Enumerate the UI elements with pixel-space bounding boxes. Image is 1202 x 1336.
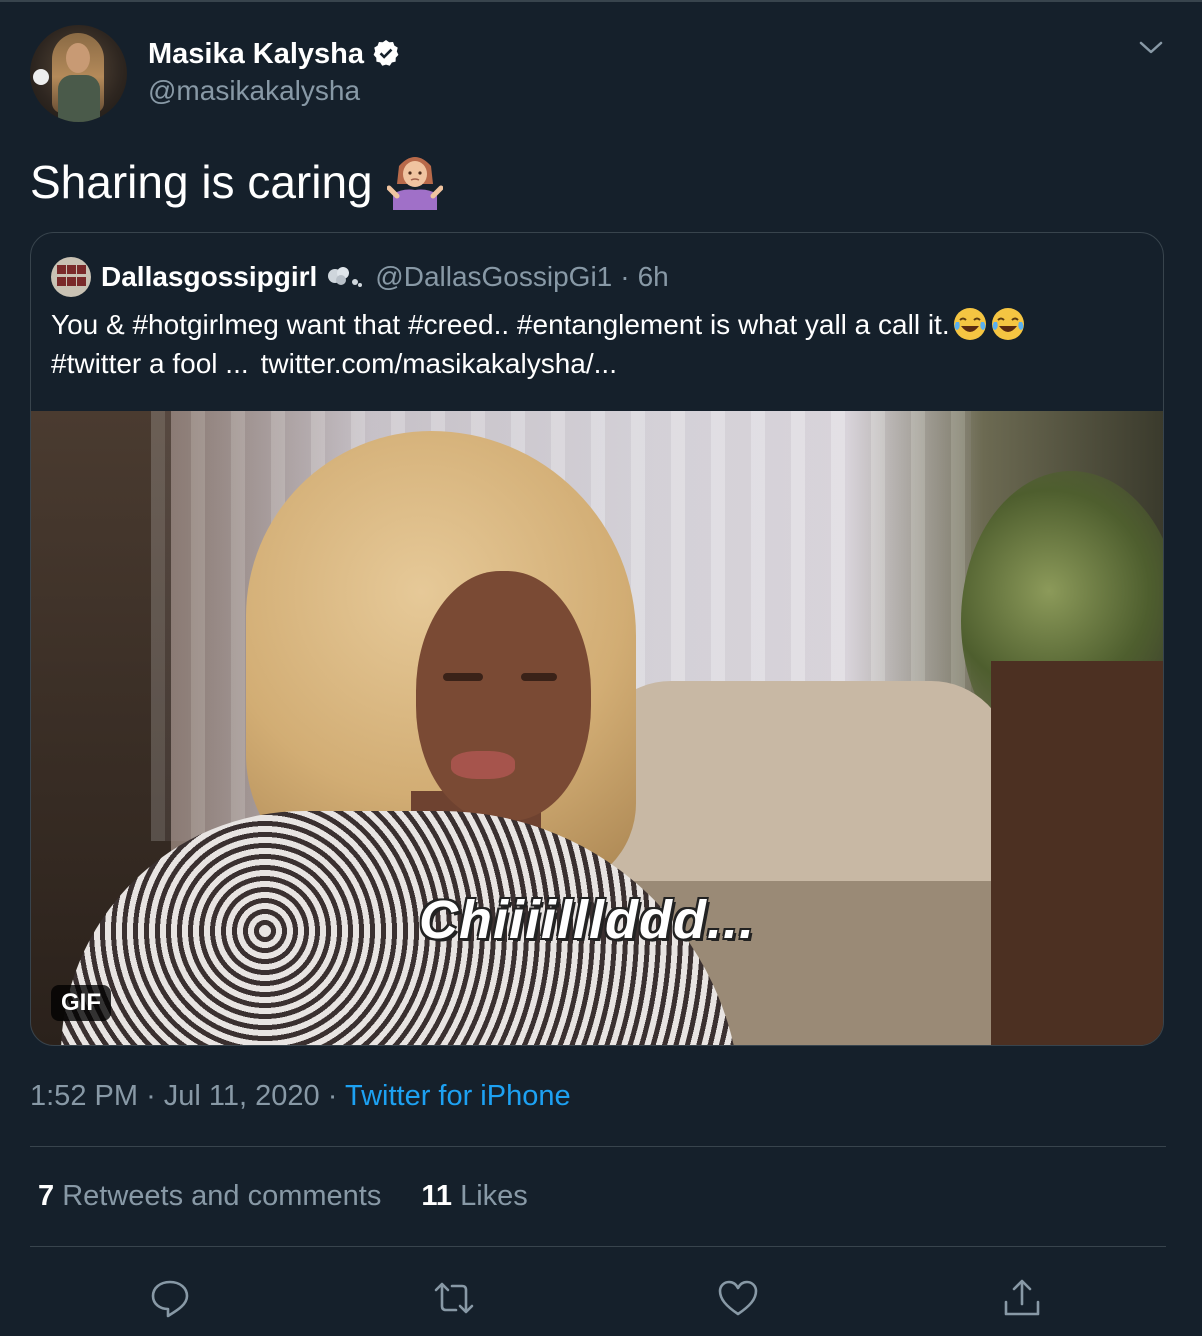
author-name-row: Masika Kalysha	[148, 36, 402, 72]
quoted-author-handle[interactable]: @DallasGossipGi1	[375, 261, 612, 293]
quoted-text: You & #hotgirlmeg want that #creed.. #en…	[51, 305, 1151, 383]
tears-of-joy-icon	[953, 308, 986, 340]
divider	[30, 1246, 1166, 1247]
person-shrugging-icon	[386, 157, 443, 210]
gif-figure-face	[416, 571, 591, 821]
reply-button[interactable]	[148, 1276, 192, 1320]
like-icon	[718, 1280, 758, 1316]
smoke-emoji-icon	[328, 267, 363, 287]
like-button[interactable]	[716, 1276, 760, 1320]
quoted-author-name[interactable]: Dallasgossipgirl	[101, 261, 317, 293]
chevron-down-icon[interactable]	[1136, 34, 1166, 60]
quoted-gif-media[interactable]: Chiiiilllddd... GIF	[31, 411, 1163, 1045]
verified-badge-icon	[373, 40, 399, 66]
tears-of-joy-icon	[991, 308, 1024, 340]
gif-badge: GIF	[51, 985, 111, 1021]
top-divider	[0, 0, 1202, 2]
reply-icon	[151, 1280, 189, 1318]
tweet-text: Sharing is caring	[30, 152, 443, 212]
tweet-meta: 1:52 PM · Jul 11, 2020 · Twitter for iPh…	[30, 1080, 571, 1112]
share-icon	[1004, 1279, 1040, 1316]
tweet-date[interactable]: Jul 11, 2020	[164, 1080, 320, 1112]
share-button[interactable]	[1000, 1276, 1044, 1320]
gif-caption: Chiiiilllddd...	[419, 890, 755, 950]
tweet-body: Sharing is caring	[30, 156, 373, 208]
likes-stat[interactable]: 11 Likes	[421, 1180, 527, 1213]
author-avatar[interactable]	[30, 25, 127, 122]
retweets-stat[interactable]: 7 Retweets and comments	[38, 1180, 381, 1213]
divider	[30, 1146, 1166, 1147]
author-name[interactable]: Masika Kalysha	[148, 38, 364, 71]
retweet-button[interactable]	[432, 1276, 476, 1320]
tweet-time[interactable]: 1:52 PM	[30, 1080, 138, 1112]
quoted-text-line2: #twitter a fool ...	[51, 348, 249, 379]
quoted-separator: ·	[620, 261, 630, 292]
author-handle[interactable]: @masikakalysha	[148, 75, 360, 107]
tweet-source-link[interactable]: Twitter for iPhone	[345, 1080, 571, 1112]
quoted-avatar[interactable]	[51, 257, 91, 297]
retweet-icon	[434, 1282, 474, 1314]
quoted-tweet-card[interactable]: Dallasgossipgirl @DallasGossipGi1 · 6h Y…	[30, 232, 1164, 1046]
quoted-text-line1: You & #hotgirlmeg want that #creed.. #en…	[51, 309, 950, 340]
quoted-header: Dallasgossipgirl @DallasGossipGi1 · 6h	[51, 257, 669, 297]
tweet-stats: 7 Retweets and comments 11 Likes	[38, 1180, 528, 1213]
quoted-link[interactable]: twitter.com/masikakalysha/...	[261, 348, 617, 379]
quoted-timestamp[interactable]: 6h	[638, 261, 669, 293]
